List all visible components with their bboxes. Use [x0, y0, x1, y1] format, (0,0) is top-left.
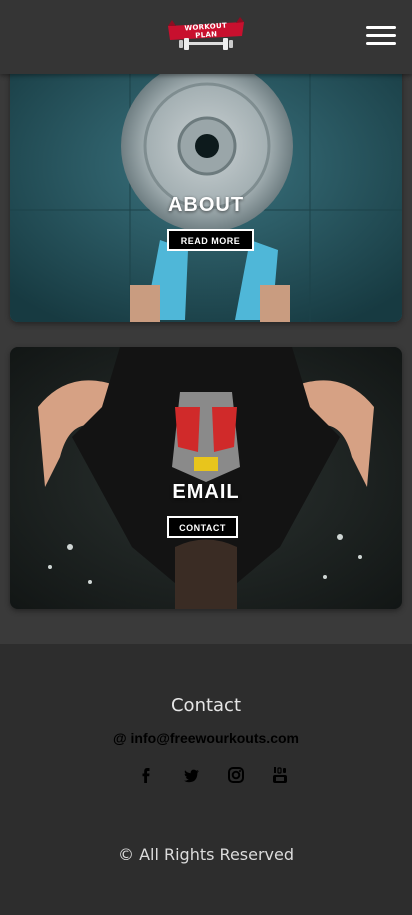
main-content: ABOUT READ MORE EMAIL CONTACT — [0, 0, 412, 644]
footer-contact-title: Contact — [170, 695, 242, 716]
email-title: EMAIL — [172, 481, 240, 503]
site-logo[interactable]: WORKOUT PLAN — [166, 14, 246, 52]
facebook-icon[interactable] — [135, 764, 157, 786]
top-navigation-bar: WORKOUT PLAN — [0, 0, 412, 74]
social-links — [127, 764, 297, 786]
read-more-button[interactable]: READ MORE — [167, 229, 254, 251]
menu-line — [366, 42, 396, 45]
contact-button[interactable]: CONTACT — [167, 516, 238, 538]
email-card-image — [10, 347, 402, 609]
hamburger-menu-icon[interactable] — [366, 24, 396, 48]
instagram-icon[interactable] — [225, 764, 247, 786]
footer: Contact @ info@freewourkouts.com © All R… — [0, 644, 412, 915]
footer-email-link[interactable]: @ info@freewourkouts.com — [0, 730, 412, 746]
about-card[interactable]: ABOUT READ MORE — [10, 60, 402, 322]
email-card[interactable]: EMAIL CONTACT — [10, 347, 402, 609]
youtube-icon[interactable] — [269, 764, 291, 786]
copyright-text: © All Rights Reserved — [117, 845, 295, 864]
twitter-icon[interactable] — [181, 764, 203, 786]
menu-line — [366, 34, 396, 37]
about-card-image — [10, 60, 402, 322]
menu-line — [366, 26, 396, 29]
about-title: ABOUT — [167, 194, 245, 216]
